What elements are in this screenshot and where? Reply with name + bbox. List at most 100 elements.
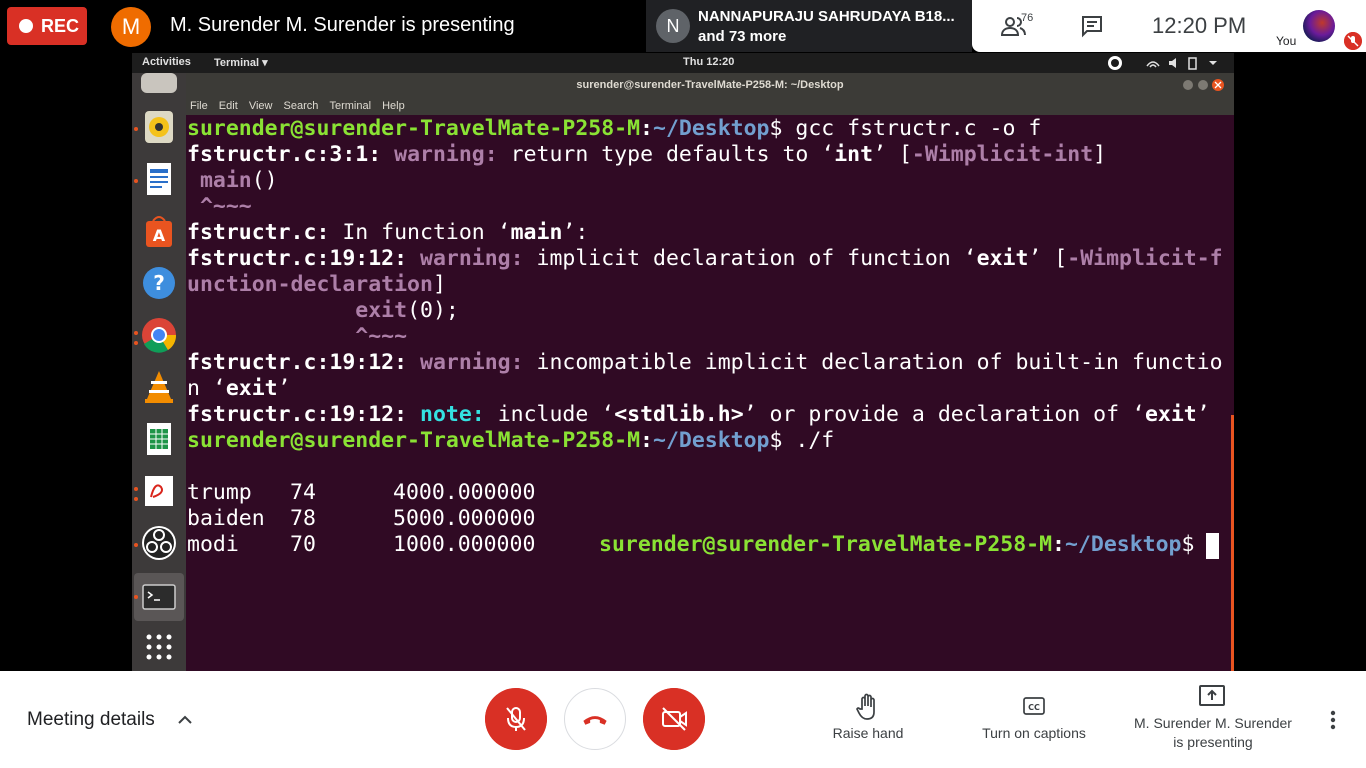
meet-bottom-bar: Meeting details Raise hand CC Turn on ca… xyxy=(0,671,1366,768)
menu-view[interactable]: View xyxy=(249,97,273,115)
present-screen-icon[interactable] xyxy=(1199,685,1225,707)
meet-clock: 12:20 PM xyxy=(1152,13,1247,38)
output-row: baiden xyxy=(187,506,265,531)
chat-icon[interactable] xyxy=(1080,14,1104,38)
menu-edit[interactable]: Edit xyxy=(219,97,238,115)
calc-icon[interactable] xyxy=(141,421,177,457)
more-options-icon[interactable] xyxy=(1324,709,1342,731)
self-view-tile[interactable]: You xyxy=(1271,0,1366,52)
terminal-cursor xyxy=(1206,533,1219,559)
participant-chip[interactable]: N NANNAPURAJU SAHRUDAYA B18... and 73 mo… xyxy=(646,0,972,52)
app-menu[interactable]: Terminal ▾ xyxy=(214,56,268,69)
menu-help[interactable]: Help xyxy=(382,97,405,115)
running-indicator xyxy=(134,331,138,335)
files-icon[interactable] xyxy=(141,73,177,93)
help-icon[interactable]: ? xyxy=(141,265,177,301)
writer-icon[interactable] xyxy=(141,161,177,197)
terminal-icon xyxy=(142,584,176,610)
presenting-label[interactable]: M. Surender M. Surender is presenting xyxy=(1125,714,1301,752)
menu-file[interactable]: File xyxy=(190,97,208,115)
running-indicator xyxy=(134,497,138,501)
output-salary: 4000.000000 xyxy=(393,480,536,505)
terminal-line: ^~~~ xyxy=(187,324,408,349)
vlc-icon[interactable] xyxy=(141,369,177,405)
participant-avatar: N xyxy=(656,9,690,43)
output-salary: 1000.000000 xyxy=(393,532,536,557)
menu-terminal[interactable]: Terminal xyxy=(329,97,371,115)
captions-label[interactable]: Turn on captions xyxy=(970,725,1098,741)
captions-icon[interactable]: CC xyxy=(1023,697,1045,715)
rhythmbox-icon[interactable] xyxy=(141,109,177,145)
svg-text:?: ? xyxy=(153,271,165,295)
document-viewer-icon[interactable] xyxy=(141,473,177,509)
terminal-prompt: surender@surender-TravelMate-P258-M:~/De… xyxy=(599,532,1195,557)
window-controls[interactable] xyxy=(1182,78,1226,92)
terminal-line: main() xyxy=(187,168,278,193)
you-label: You xyxy=(1276,34,1297,48)
menu-search[interactable]: Search xyxy=(284,97,319,115)
terminal-line: surender@surender-TravelMate-P258-M:~/De… xyxy=(187,116,1042,141)
terminal-output[interactable]: surender@surender-TravelMate-P258-M:~/De… xyxy=(186,115,1234,671)
terminal-line: fstructr.c:19:12: warning: incompatible … xyxy=(187,350,1223,375)
output-age: 78 xyxy=(290,506,316,531)
output-salary: 5000.000000 xyxy=(393,506,536,531)
terminal-window: surender@surender-TravelMate-P258-M: ~/D… xyxy=(186,73,1234,671)
running-indicator xyxy=(134,127,138,131)
microphone-toggle-button[interactable] xyxy=(485,688,547,750)
presenting-line-1: M. Surender M. Surender xyxy=(1134,715,1292,731)
ubuntu-dock: A ? xyxy=(132,73,186,671)
self-avatar xyxy=(1303,10,1335,42)
presenter-status: M. Surender M. Surender is presenting xyxy=(170,14,515,36)
scroll-edge xyxy=(1231,415,1234,671)
shared-screen: Activities Terminal ▾ Thu 12:20 A ? sure… xyxy=(132,53,1234,671)
running-indicator xyxy=(134,595,138,599)
recording-label: REC xyxy=(41,15,80,36)
meet-header-tools: 76 12:20 PM xyxy=(972,0,1271,52)
window-titlebar[interactable]: surender@surender-TravelMate-P258-M: ~/D… xyxy=(186,73,1234,97)
activities-button[interactable]: Activities xyxy=(142,56,191,68)
terminal-dock-active[interactable] xyxy=(134,573,184,621)
output-age: 70 xyxy=(290,532,316,557)
record-dot-icon xyxy=(19,19,33,33)
running-indicator xyxy=(134,487,138,491)
terminal-line: ^~~~ xyxy=(187,194,252,219)
presenting-line-2: is presenting xyxy=(1173,734,1253,750)
participant-name: NANNAPURAJU SAHRUDAYA B18... xyxy=(698,8,955,25)
terminal-line: n ‘exit’ xyxy=(187,376,291,401)
system-tray[interactable] xyxy=(1107,55,1227,71)
gnome-clock[interactable]: Thu 12:20 xyxy=(683,56,734,68)
leave-call-button[interactable] xyxy=(564,688,626,750)
chevron-up-icon[interactable] xyxy=(176,711,194,729)
terminal-line: exit(0); xyxy=(355,298,459,323)
recording-badge: REC xyxy=(7,7,87,45)
terminal-line: fstructr.c: In function ‘main’: xyxy=(187,220,589,245)
chrome-icon[interactable] xyxy=(141,317,177,353)
people-count: 76 xyxy=(1021,12,1034,24)
camera-toggle-button[interactable] xyxy=(643,688,705,750)
output-row: trump xyxy=(187,480,252,505)
software-icon[interactable]: A xyxy=(141,213,177,249)
meeting-details-button[interactable]: Meeting details xyxy=(27,709,155,731)
terminal-line: fstructr.c:19:12: note: include ‘<stdlib… xyxy=(187,402,1210,427)
gnome-top-bar: Activities Terminal ▾ Thu 12:20 xyxy=(132,53,1234,73)
terminal-line: fstructr.c:3:1: warning: return type def… xyxy=(187,142,1107,167)
raise-hand-icon[interactable] xyxy=(856,693,880,721)
terminal-line: surender@surender-TravelMate-P258-M:~/De… xyxy=(187,428,835,453)
svg-text:CC: CC xyxy=(1028,703,1040,712)
running-indicator xyxy=(134,543,138,547)
app-grid-icon[interactable] xyxy=(141,629,177,665)
svg-text:A: A xyxy=(153,226,166,245)
muted-mic-icon xyxy=(1344,32,1362,50)
terminal-menubar: File Edit View Search Terminal Help xyxy=(186,97,1234,115)
window-title: surender@surender-TravelMate-P258-M: ~/D… xyxy=(576,79,844,91)
presenter-avatar: M xyxy=(111,7,151,47)
running-indicator xyxy=(134,179,138,183)
output-row: modi xyxy=(187,532,239,557)
obs-icon[interactable] xyxy=(141,525,177,561)
raise-hand-label[interactable]: Raise hand xyxy=(820,725,916,741)
meet-top-bar: REC M M. Surender M. Surender is present… xyxy=(0,0,1366,52)
terminal-line: unction-declaration] xyxy=(187,272,446,297)
terminal-line: fstructr.c:19:12: warning: implicit decl… xyxy=(187,246,1223,271)
running-indicator xyxy=(134,341,138,345)
participant-more: and 73 more xyxy=(698,28,787,45)
